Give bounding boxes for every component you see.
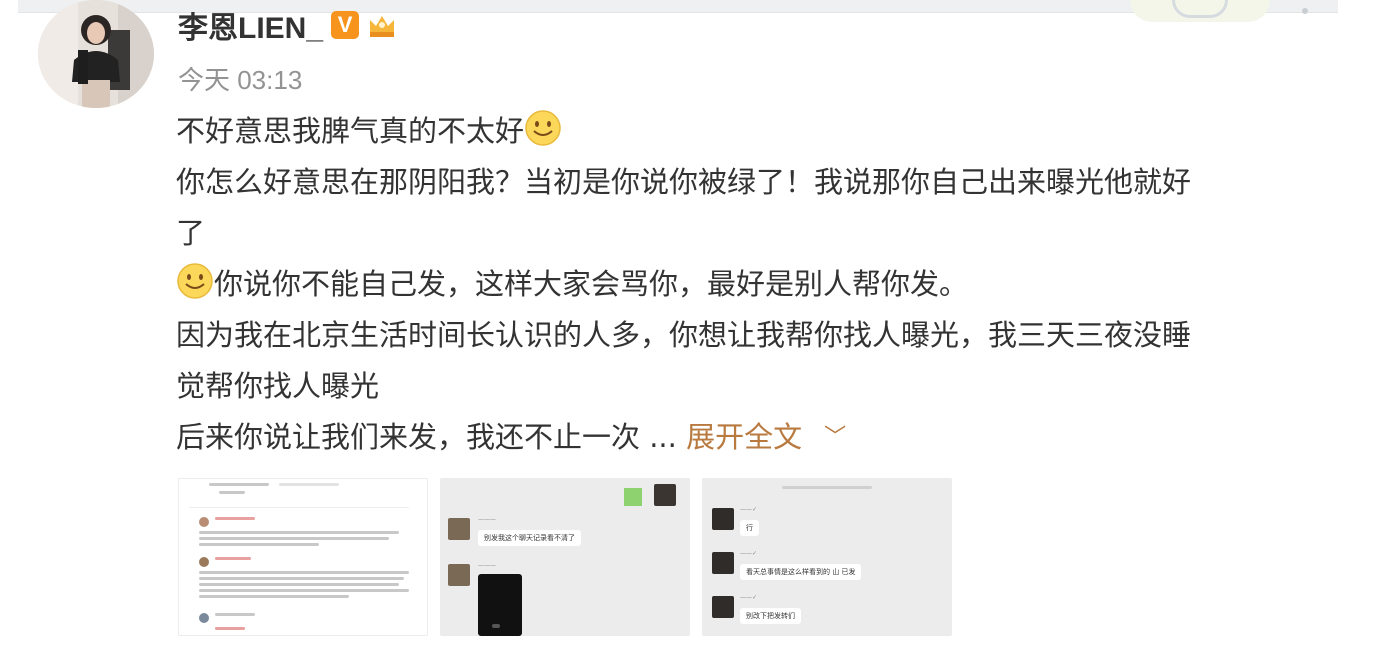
expand-full-text-link[interactable]: 展开全文 ﹀	[686, 420, 846, 454]
chevron-down-icon: ﹀	[824, 425, 847, 450]
chat-video-thumbnail[interactable]	[478, 574, 522, 636]
post-line: 不好意思我脾气真的不太好	[176, 106, 1316, 157]
post-line: 后来你说让我们来发，我还不止一次 ... 展开全文 ﹀	[176, 412, 1316, 463]
chat-bubble: 行	[740, 520, 759, 536]
post-header: 李恩LIEN_ V	[178, 2, 397, 48]
verified-badge-icon: V	[331, 11, 360, 39]
chat-bubble: 别发我这个聊天记录看不清了	[478, 530, 581, 546]
thumbnail-image-2[interactable]: ——— 别发我这个聊天记录看不清了 ———	[440, 478, 690, 636]
smile-emoji-icon	[525, 110, 561, 146]
chat-bubble: 看天总事情是这么样看到的 山 已发	[740, 564, 862, 580]
post-line: 了	[176, 216, 206, 250]
post-line: 因为我在北京生活时间长认识的人多，你想让我帮你找人曝光，我三天三夜没睡	[176, 318, 1192, 352]
post-line: 觉帮你找人曝光	[176, 369, 380, 403]
more-dot-icon[interactable]	[1302, 8, 1308, 14]
image-thumbnails: ——— 别发我这个聊天记录看不清了 ——— ——✓ 行 ——✓ 看天总事情是这么…	[178, 478, 952, 636]
post-timestamp[interactable]: 今天 03:13	[178, 60, 302, 97]
chat-bubble: 别改下把发转们	[740, 608, 801, 624]
thumbnail-image-1[interactable]	[178, 478, 428, 636]
avatar[interactable]	[38, 0, 154, 108]
chat-sent-green-icon	[624, 488, 642, 506]
post-body: 不好意思我脾气真的不太好 你怎么好意思在那阴阳我？当初是你说你被绿了！我说那你自…	[176, 106, 1316, 463]
post-line: 你怎么好意思在那阴阳我？当初是你说你被绿了！我说那你自己出来曝光他就好	[176, 165, 1192, 199]
member-crown-icon	[367, 10, 397, 40]
username-link[interactable]: 李恩LIEN_	[178, 3, 323, 47]
smile-emoji-icon	[177, 263, 213, 299]
decorative-badge	[1130, 0, 1270, 22]
thumbnail-image-3[interactable]: ——✓ 行 ——✓ 看天总事情是这么样看到的 山 已发 ——✓ 别改下把发转们	[702, 478, 952, 636]
post-line: 你说你不能自己发，这样大家会骂你，最好是别人帮你发。	[176, 259, 1316, 310]
